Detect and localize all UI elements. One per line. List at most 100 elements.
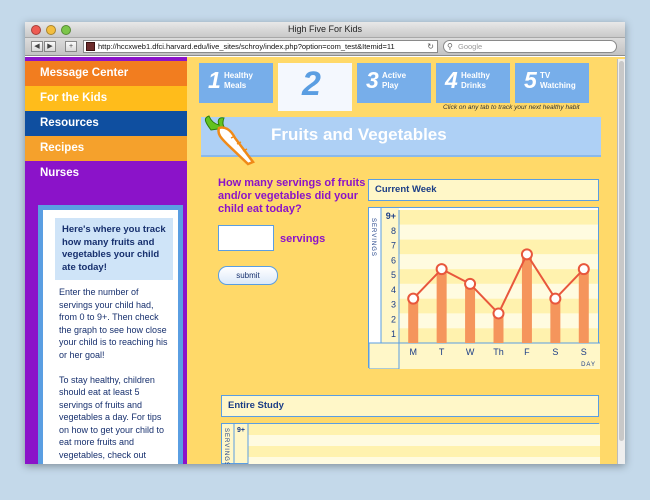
nav-nurses[interactable]: Nurses	[25, 161, 187, 186]
forward-arrow-icon: ▶	[47, 43, 53, 50]
x-axis-title: DAY	[581, 362, 596, 368]
servings-unit-label: servings	[280, 233, 326, 245]
callout-bubble: Here's where you track how many fruits a…	[55, 218, 173, 280]
y-tick-label: 1	[391, 329, 396, 339]
data-point	[577, 263, 590, 276]
page-scrollbar[interactable]	[617, 59, 625, 464]
url-text: http://hccxweb1.dfci.harvard.edu/live_si…	[98, 42, 395, 51]
grid-band	[248, 446, 600, 457]
minimize-button[interactable]	[46, 25, 56, 35]
window-title: High Five For Kids	[287, 24, 363, 34]
x-tick-label: T	[439, 347, 445, 357]
y-tick-label: 2	[391, 314, 396, 324]
y-axis-title: SERVINGS	[223, 428, 229, 464]
y-axis-title: SERVINGS	[370, 218, 376, 257]
bar	[521, 254, 532, 343]
section-banner: Fruits and Vegetables	[201, 117, 601, 157]
zoom-button[interactable]	[61, 25, 71, 35]
y-tick-label: 7	[391, 241, 396, 251]
site-favicon-icon	[86, 42, 95, 51]
y-tick-label: 5	[391, 270, 396, 280]
tab-number: 3	[366, 67, 379, 93]
grid-band	[248, 457, 600, 464]
entire-study-header: Entire Study	[221, 395, 599, 417]
nav-for-the-kids[interactable]: For the Kids	[25, 86, 187, 111]
nav-message-center[interactable]: Message Center	[25, 61, 187, 86]
data-point	[435, 263, 448, 276]
browser-toolbar: ◀ ▶ + http://hccxweb1.dfci.harvard.edu/l…	[25, 38, 625, 56]
bar	[408, 298, 419, 343]
tab-tv-watching[interactable]: 5 TV Watching	[515, 63, 589, 103]
add-bookmark-button[interactable]: +	[65, 41, 77, 52]
tab-healthy-drinks[interactable]: 4 Healthy Drinks	[436, 63, 510, 103]
study-chart-svg: 9+ SERVINGS	[223, 424, 600, 464]
tab-label: Active Play	[382, 71, 407, 90]
grid-band	[399, 254, 598, 270]
data-point	[464, 277, 477, 290]
main-content: 1 Healthy Meals 2 3 Active Play 4 Health…	[187, 57, 625, 464]
plus-icon: +	[68, 43, 74, 50]
nav-resources[interactable]: Resources	[25, 111, 187, 136]
tab-fruits-vegetables[interactable]: 2	[278, 63, 352, 111]
back-button[interactable]: ◀	[31, 41, 43, 52]
address-bar[interactable]: http://hccxweb1.dfci.harvard.edu/live_si…	[83, 40, 438, 53]
grid-band	[248, 424, 600, 435]
info-text: Enter the number of servings your child …	[59, 287, 168, 460]
nav-recipes[interactable]: Recipes	[25, 136, 187, 161]
x-tick-label: S	[552, 347, 558, 357]
bar	[436, 269, 447, 343]
x-tick-label: Th	[493, 347, 504, 357]
y-tick-label: 9+	[386, 211, 396, 221]
habit-tabs: 1 Healthy Meals 2 3 Active Play 4 Health…	[199, 63, 604, 111]
current-week-chart: 1 2 3 4 5 6 7 8 9+ SERVINGS M T W Th F S S DAY	[368, 207, 600, 369]
servings-question: How many servings of fruits and/or veget…	[218, 177, 366, 215]
title-bar: High Five For Kids	[25, 22, 625, 38]
bar	[465, 283, 476, 343]
tab-label: Healthy Drinks	[461, 71, 490, 90]
y-tick-label: 3	[391, 300, 396, 310]
page-viewport: Message Center For the Kids Resources Re…	[25, 57, 625, 464]
info-panel: Here's where you track how many fruits a…	[38, 205, 183, 464]
tab-number: 5	[524, 67, 537, 93]
week-chart-svg: 1 2 3 4 5 6 7 8 9+ SERVINGS M T W Th F S S DAY	[369, 208, 600, 369]
axis-corner	[369, 342, 400, 369]
tab-label: Healthy Meals	[224, 71, 253, 90]
bar	[578, 269, 589, 343]
y-tick-label: 4	[391, 285, 396, 295]
submit-button[interactable]: submit	[218, 266, 278, 285]
tab-number: 1	[208, 67, 221, 93]
current-week-header: Current Week	[368, 179, 599, 201]
scrollbar-thumb[interactable]	[619, 61, 624, 441]
carrot-icon	[204, 115, 255, 166]
forward-button[interactable]: ▶	[44, 41, 56, 52]
tab-hint: Click on any tab to track your next heal…	[443, 104, 580, 111]
x-tick-label: S	[581, 347, 587, 357]
search-field[interactable]: ⚲ Google	[443, 40, 617, 53]
grid-band	[399, 239, 598, 255]
x-tick-label: M	[409, 347, 417, 357]
sidebar: Message Center For the Kids Resources Re…	[25, 57, 187, 464]
tab-healthy-meals[interactable]: 1 Healthy Meals	[199, 63, 273, 103]
tab-active-play[interactable]: 3 Active Play	[357, 63, 431, 103]
bar	[550, 298, 561, 343]
entire-study-chart: 9+ SERVINGS	[221, 423, 600, 464]
grid-band	[399, 210, 598, 225]
y-tick-label: 6	[391, 255, 396, 265]
reload-icon[interactable]: ↻	[427, 41, 434, 52]
data-point	[520, 248, 533, 261]
window-controls	[31, 25, 71, 35]
section-title: Fruits and Vegetables	[271, 125, 447, 144]
data-point	[407, 292, 420, 305]
x-axis-row	[369, 343, 600, 369]
x-tick-label: F	[524, 347, 530, 357]
data-point	[549, 292, 562, 305]
tab-number: 2	[302, 65, 321, 103]
search-placeholder: Google	[458, 42, 483, 51]
close-button[interactable]	[31, 25, 41, 35]
x-tick-label: W	[466, 347, 475, 357]
servings-input[interactable]	[218, 225, 274, 251]
browser-window: High Five For Kids ◀ ▶ + http://hccxweb1…	[25, 22, 625, 464]
grid-band	[248, 435, 600, 446]
data-point	[492, 307, 505, 320]
search-icon: ⚲	[447, 42, 453, 51]
